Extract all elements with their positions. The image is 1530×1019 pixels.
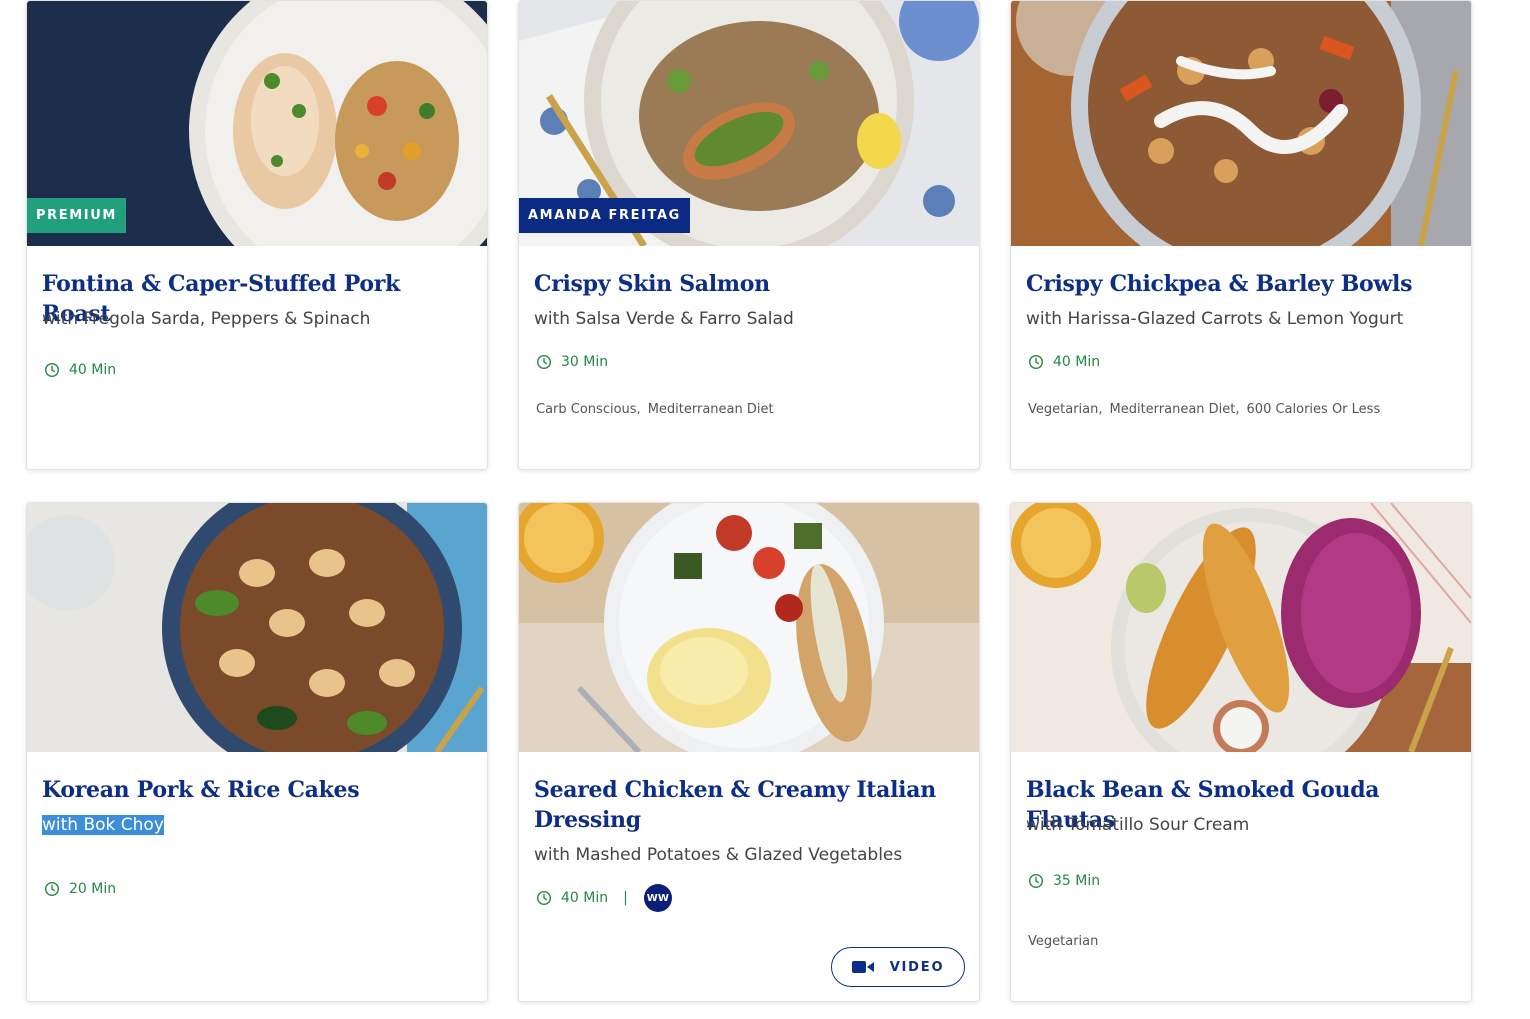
diet-tags: Vegetarian, Mediterranean Diet, 600 Calo… (1028, 402, 1387, 417)
diet-tag[interactable]: Mediterranean Diet (648, 402, 774, 417)
cook-time: 30 Min (536, 354, 608, 370)
separator: | (623, 890, 628, 906)
selected-text: with Bok Choy (42, 815, 164, 835)
recipe-subtitle: with Bok Choy (42, 813, 473, 837)
video-camera-icon (851, 961, 874, 973)
cook-time: 40 Min | WW (536, 884, 672, 912)
diet-tags: Vegetarian (1028, 934, 1105, 949)
cook-time-label: 30 Min (561, 354, 609, 370)
diet-tag[interactable]: Vegetarian (1028, 934, 1098, 949)
cook-time-label: 20 Min (69, 881, 117, 897)
cook-time-label: 40 Min (69, 362, 117, 378)
recipe-image[interactable] (519, 503, 979, 752)
diet-tag[interactable]: Carb Conscious, (536, 402, 641, 417)
recipe-card[interactable]: PREMIUM Fontina & Caper-Stuffed Pork Roa… (26, 0, 488, 470)
cook-time: 40 Min (44, 362, 116, 378)
clock-icon (44, 362, 60, 378)
recipe-subtitle: with Tomatillo Sour Cream (1026, 815, 1250, 835)
recipe-subtitle: with Harissa-Glazed Carrots & Lemon Yogu… (1026, 309, 1404, 329)
video-button-label: VIDEO (889, 959, 945, 975)
clock-icon (44, 881, 60, 897)
recipe-grid: PREMIUM Fontina & Caper-Stuffed Pork Roa… (26, 0, 1472, 1002)
recipe-image[interactable]: PREMIUM (27, 1, 487, 246)
recipe-card[interactable]: Korean Pork & Rice Cakes with Bok Choy 2… (26, 502, 488, 1002)
diet-tag[interactable]: 600 Calories Or Less (1247, 402, 1381, 417)
recipe-image[interactable]: AMANDA FREITAG (519, 1, 979, 246)
clock-icon (536, 354, 552, 370)
diet-tag[interactable]: Vegetarian, (1028, 402, 1103, 417)
cook-time: 35 Min (1028, 873, 1100, 889)
cook-time-label: 40 Min (561, 890, 609, 906)
premium-badge: PREMIUM (27, 198, 126, 233)
recipe-image[interactable] (27, 503, 487, 752)
diet-tags: Carb Conscious, Mediterranean Diet (536, 402, 781, 417)
recipe-subtitle: with Fregola Sarda, Peppers & Spinach (42, 309, 371, 329)
ww-logo-icon: WW (643, 884, 672, 912)
cook-time: 20 Min (44, 881, 116, 897)
cook-time-label: 35 Min (1053, 873, 1101, 889)
diet-tag[interactable]: Mediterranean Diet, (1110, 402, 1240, 417)
recipe-title[interactable]: Korean Pork & Rice Cakes (42, 775, 473, 805)
recipe-subtitle: with Mashed Potatoes & Glazed Vegetables (534, 845, 903, 865)
chef-badge: AMANDA FREITAG (519, 198, 690, 233)
recipe-title[interactable]: Crispy Skin Salmon (534, 269, 965, 299)
cook-time: 40 Min (1028, 354, 1100, 370)
recipe-title[interactable]: Crispy Chickpea & Barley Bowls (1026, 269, 1457, 299)
recipe-card[interactable]: Black Bean & Smoked Gouda Flautas with T… (1010, 502, 1472, 1002)
clock-icon (536, 890, 552, 906)
recipe-subtitle: with Salsa Verde & Farro Salad (534, 309, 794, 329)
recipe-image[interactable] (1011, 1, 1471, 246)
video-button[interactable]: VIDEO (831, 947, 965, 987)
cook-time-label: 40 Min (1053, 354, 1101, 370)
recipe-image[interactable] (1011, 503, 1471, 752)
recipe-card[interactable]: Crispy Chickpea & Barley Bowls with Hari… (1010, 0, 1472, 470)
clock-icon (1028, 873, 1044, 889)
clock-icon (1028, 354, 1044, 370)
recipe-card[interactable]: AMANDA FREITAG Crispy Skin Salmon with S… (518, 0, 980, 470)
recipe-title[interactable]: Seared Chicken & Creamy Italian Dressing (534, 775, 965, 835)
recipe-card[interactable]: Seared Chicken & Creamy Italian Dressing… (518, 502, 980, 1002)
